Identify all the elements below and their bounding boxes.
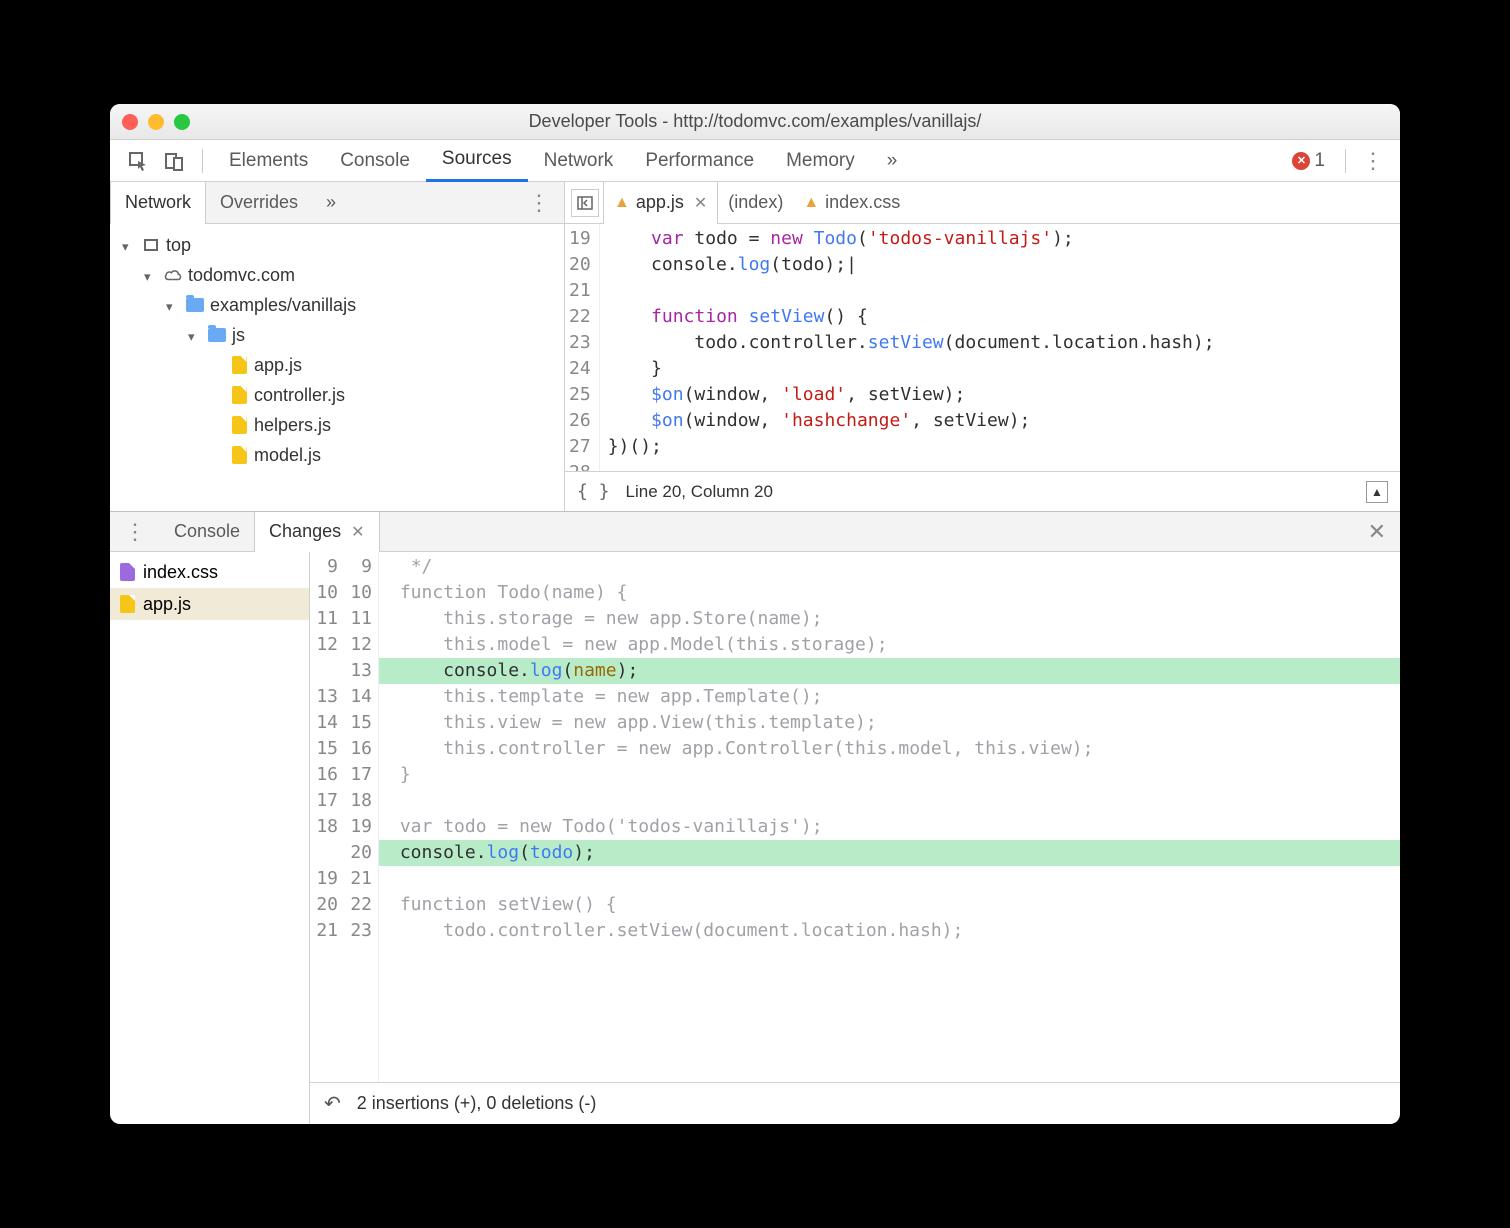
line-gutter[interactable]: 19202122232425262728: [565, 224, 600, 471]
warning-icon: ▲: [803, 194, 819, 212]
navigator-panel: Network Overrides » ⋮ top todomvc.com ex…: [110, 182, 565, 511]
code-editor: 19202122232425262728 var todo = new Todo…: [565, 224, 1400, 471]
error-count: 1: [1314, 150, 1325, 172]
changes-summary-bar: ↶ 2 insertions (+), 0 deletions (-): [310, 1082, 1400, 1124]
drawer-tab-console[interactable]: Console: [160, 512, 254, 552]
source-tabs: ▲app.js✕(index)▲index.css: [565, 182, 1400, 224]
tab-memory[interactable]: Memory: [770, 140, 871, 182]
navigator-menu-button[interactable]: ⋮: [514, 190, 564, 216]
file-tree: top todomvc.com examples/vanillajs js ap…: [110, 224, 564, 476]
tab-console[interactable]: Console: [324, 140, 426, 182]
tab-sources[interactable]: Sources: [426, 140, 528, 182]
settings-menu-button[interactable]: ⋮: [1356, 148, 1390, 174]
error-icon: [1292, 152, 1310, 170]
tab-network[interactable]: Network: [528, 140, 630, 182]
changes-file-item[interactable]: app.js: [110, 588, 309, 620]
file-icon: [120, 595, 135, 613]
close-icon[interactable]: ✕: [351, 522, 364, 542]
source-tab[interactable]: ▲app.js✕: [603, 182, 718, 224]
show-navigator-button[interactable]: [571, 189, 599, 217]
tree-file[interactable]: app.js: [114, 350, 560, 380]
tab-elements[interactable]: Elements: [213, 140, 324, 182]
devtools-window: Developer Tools - http://todomvc.com/exa…: [110, 104, 1400, 1124]
changes-file-item[interactable]: index.css: [110, 556, 309, 588]
navigator-tab-network[interactable]: Network: [110, 182, 206, 224]
tree-folder-examples[interactable]: examples/vanillajs: [114, 290, 560, 320]
revert-button[interactable]: ↶: [324, 1091, 341, 1116]
pretty-print-button[interactable]: { }: [577, 481, 610, 502]
titlebar[interactable]: Developer Tools - http://todomvc.com/exa…: [110, 104, 1400, 140]
main-toolbar: ElementsConsoleSourcesNetworkPerformance…: [110, 140, 1400, 182]
changes-file-list: index.cssapp.js: [110, 552, 310, 1124]
diff-content: */ function Todo(name) { this.storage = …: [379, 552, 1400, 1082]
diff-gutter: 9910101111121213131414151516161717181819…: [310, 552, 379, 1082]
window-title: Developer Tools - http://todomvc.com/exa…: [110, 111, 1400, 132]
navigator-tabs-overflow[interactable]: »: [312, 182, 350, 224]
source-tab[interactable]: (index): [718, 182, 793, 224]
close-window-button[interactable]: [122, 114, 138, 130]
cursor-position: Line 20, Column 20: [626, 482, 773, 502]
tree-file[interactable]: model.js: [114, 440, 560, 470]
tree-domain[interactable]: todomvc.com: [114, 260, 560, 290]
device-toolbar-icon[interactable]: [162, 149, 186, 173]
drawer-close-button[interactable]: ✕: [1354, 519, 1400, 545]
changes-summary: 2 insertions (+), 0 deletions (-): [357, 1093, 597, 1114]
show-debugger-button[interactable]: ▲: [1366, 481, 1388, 503]
editor-status-bar: { } Line 20, Column 20 ▲: [565, 471, 1400, 511]
tree-file[interactable]: helpers.js: [114, 410, 560, 440]
tab-performance[interactable]: Performance: [629, 140, 770, 182]
inspect-element-icon[interactable]: [126, 149, 150, 173]
tabs-overflow-button[interactable]: »: [871, 140, 914, 182]
navigator-tab-overrides[interactable]: Overrides: [206, 182, 312, 224]
minimize-window-button[interactable]: [148, 114, 164, 130]
source-panel: ▲app.js✕(index)▲index.css 19202122232425…: [565, 182, 1400, 511]
close-icon[interactable]: ✕: [694, 193, 707, 213]
drawer-menu-button[interactable]: ⋮: [110, 519, 160, 545]
file-icon: [120, 563, 135, 581]
code-content[interactable]: var todo = new Todo('todos-vanillajs'); …: [600, 224, 1400, 471]
tree-file[interactable]: controller.js: [114, 380, 560, 410]
tree-frame-top[interactable]: top: [114, 230, 560, 260]
diff-view[interactable]: 9910101111121213131414151516161717181819…: [310, 552, 1400, 1082]
source-tab[interactable]: ▲index.css: [793, 182, 910, 224]
error-count-badge[interactable]: 1: [1292, 150, 1325, 172]
drawer-tab-changes[interactable]: Changes ✕: [254, 512, 379, 552]
tree-folder-js[interactable]: js: [114, 320, 560, 350]
drawer: ⋮ Console Changes ✕ ✕ index.cssapp.js 99…: [110, 512, 1400, 1124]
warning-icon: ▲: [614, 194, 630, 212]
zoom-window-button[interactable]: [174, 114, 190, 130]
